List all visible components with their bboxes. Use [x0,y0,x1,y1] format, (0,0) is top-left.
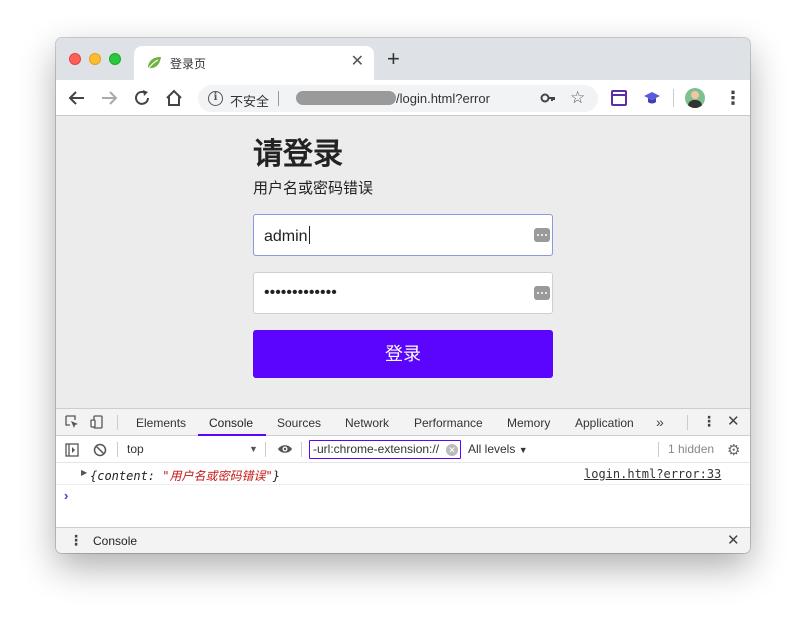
new-tab-icon[interactable]: + [387,48,400,70]
close-devtools-icon[interactable]: ✕ [727,412,740,430]
log-source-link[interactable]: login.html?error:33 [584,467,721,481]
more-tabs-icon[interactable]: » [656,414,664,430]
text-caret [308,226,310,244]
log-object-key: {content: [90,469,163,483]
address-bar[interactable]: i 不安全 /login.html?error ☆ [198,85,598,112]
gear-icon[interactable]: ⚙ [727,441,740,459]
extension-window-icon[interactable] [611,90,627,106]
browser-toolbar: i 不安全 /login.html?error ☆ ⋮ [56,80,750,116]
console-log-message[interactable]: {content: "用户名或密码错误"} [90,467,280,484]
username-field[interactable]: admin [253,214,553,256]
console-toolbar-divider [265,442,266,457]
devtools-divider [117,415,118,430]
drawer-menu-icon[interactable]: ⋮ [69,532,83,549]
password-manager-icon[interactable] [534,228,550,242]
show-sidebar-icon[interactable] [65,443,79,457]
console-log-row: ▶ {content: "用户名或密码错误"} login.html?error… [56,463,750,485]
browser-tab[interactable]: 登录页 ✕ [134,46,374,80]
toolbar-divider [673,89,674,107]
inspect-element-icon[interactable] [65,415,79,429]
home-icon[interactable] [163,87,185,109]
devtools-tab-bar: Elements Console Sources Network Perform… [56,409,750,436]
info-icon[interactable]: i [208,91,223,106]
devtools-divider [687,415,688,430]
password-field[interactable]: ••••••••••••• [253,272,553,314]
context-select[interactable]: top [127,442,144,456]
tab-network[interactable]: Network [345,416,389,430]
console-filter-input[interactable]: -url:chrome-extension:// [309,440,461,459]
tab-memory[interactable]: Memory [507,416,550,430]
close-window-button[interactable] [69,53,81,65]
tab-strip: 登录页 ✕ + [56,38,750,80]
tab-title: 登录页 [170,57,207,71]
chevron-down-icon: ▼ [518,445,528,455]
bookmark-star-icon[interactable]: ☆ [570,88,585,108]
tab-application[interactable]: Application [575,416,634,430]
tab-performance[interactable]: Performance [414,416,483,430]
live-expression-eye-icon[interactable] [277,443,293,455]
page-content: 请登录 用户名或密码错误 admin ••••••••••••• 登录 [56,117,750,408]
omnibox-divider [278,91,279,106]
log-string-value: "用户名或密码错误" [162,469,273,483]
chevron-down-icon[interactable]: ▼ [249,444,258,454]
tab-elements[interactable]: Elements [136,416,186,430]
clear-filter-icon[interactable]: ✕ [446,444,458,456]
drawer-tab-console[interactable]: Console [93,534,137,548]
spring-leaf-icon [147,57,161,70]
extension-hat-icon[interactable] [643,89,661,107]
tab-sources[interactable]: Sources [277,416,321,430]
url-text[interactable]: /login.html?error [396,91,490,106]
redacted-host [296,91,396,105]
reload-icon[interactable] [131,87,153,109]
login-title: 请登录 [253,138,343,171]
minimize-window-button[interactable] [89,53,101,65]
tab-close-icon[interactable]: ✕ [351,53,364,71]
security-label[interactable]: 不安全 [230,91,269,110]
password-manager-icon[interactable] [534,286,550,300]
devtools-panel: Elements Console Sources Network Perform… [56,408,750,553]
forward-arrow-icon[interactable] [98,87,120,109]
console-toolbar-divider [301,442,302,457]
hidden-messages-count: 1 hidden [668,442,715,456]
key-icon[interactable] [540,90,556,106]
log-levels-select[interactable]: All levels ▼ [468,442,528,456]
console-toolbar-divider [658,442,659,457]
maximize-window-button[interactable] [109,53,121,65]
back-arrow-icon[interactable] [66,87,88,109]
devtools-drawer: ⋮ Console ✕ [56,527,750,553]
close-drawer-icon[interactable]: ✕ [727,531,740,549]
console-prompt[interactable]: › [64,488,68,503]
device-toolbar-icon[interactable] [90,415,104,429]
expand-triangle-icon[interactable]: ▶ [81,468,87,477]
login-button[interactable]: 登录 [253,330,553,378]
tab-console[interactable]: Console [209,416,253,430]
log-object-close: } [272,469,280,483]
login-error-message: 用户名或密码错误 [253,180,374,197]
browser-window: 登录页 ✕ + i 不安全 /login.html?error ☆ ⋮ 请登录 … [56,38,750,553]
username-value: admin [264,228,308,245]
log-levels-label: All levels [468,442,516,456]
console-toolbar: top ▼ -url:chrome-extension:// ✕ All lev… [56,436,750,463]
clear-console-icon[interactable] [93,443,107,457]
console-toolbar-divider [117,442,118,457]
password-value: ••••••••••••• [264,284,337,301]
devtools-menu-icon[interactable]: ⋮ [702,413,716,430]
browser-menu-icon[interactable]: ⋮ [724,88,742,108]
profile-avatar[interactable] [685,88,705,108]
